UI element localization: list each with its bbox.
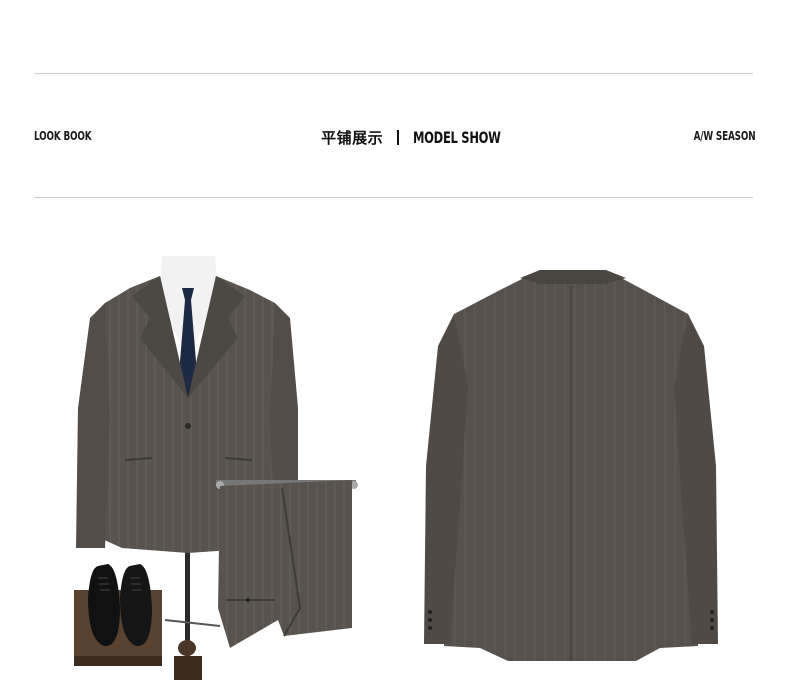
back-suit-photo [420,266,722,666]
title-separator [397,129,400,145]
front-suit-photo [70,248,370,680]
title-en: MODEL SHOW [413,127,501,147]
top-divider [34,73,753,74]
section-header: LOOK BOOK 平铺展示 MODEL SHOW A/W SEASON [34,124,755,150]
season-label: A/W SEASON [693,129,755,143]
back-suit-illustration [424,270,718,661]
section-title: 平铺展示 MODEL SHOW [309,124,519,150]
bottom-divider [34,197,753,198]
look-book-label: LOOK BOOK [34,129,92,143]
title-cn: 平铺展示 [321,128,384,147]
front-suit-illustration [74,256,358,680]
